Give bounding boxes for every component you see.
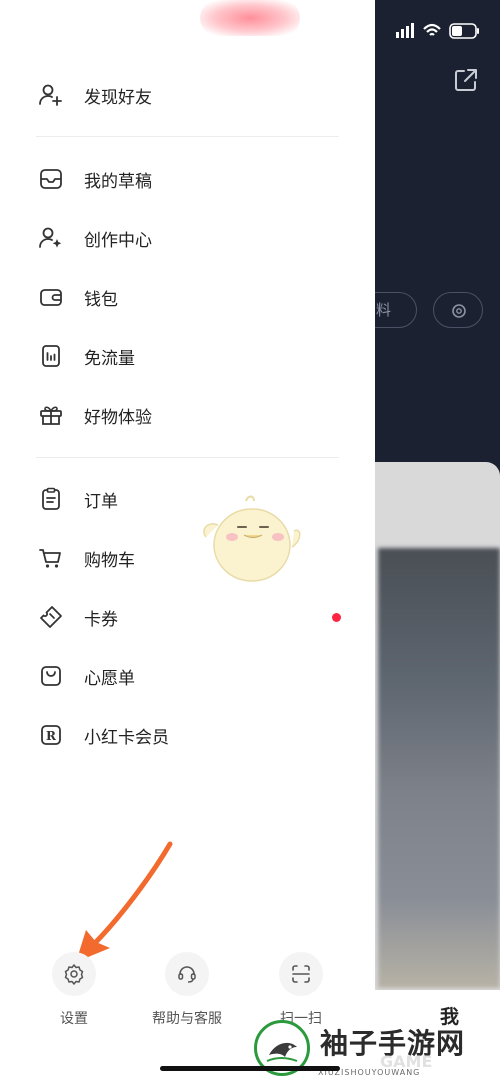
creator-center-icon: [36, 223, 66, 253]
menu-item-find-friends[interactable]: 发现好友: [36, 75, 346, 115]
avatar-blurred: [200, 0, 300, 36]
mascot-sticker-illustration: [203, 495, 301, 582]
menu-item-coupons[interactable]: 卡券: [36, 597, 346, 637]
status-bar-icons: [396, 23, 479, 39]
drafts-inbox-icon: [36, 164, 66, 194]
menu-item-wishlist[interactable]: 心愿单: [36, 656, 346, 696]
membership-r-icon: R: [36, 720, 66, 750]
side-drawer: 发现好友 我的草稿 创作中心 钱包 免流量 好物体验 订单 购物车 卡券 心愿单…: [0, 0, 375, 1082]
add-friend-icon: [36, 80, 66, 110]
menu-item-label: 小红卡会员: [84, 727, 169, 748]
menu-item-creator-center[interactable]: 创作中心: [36, 218, 346, 258]
divider: [36, 136, 339, 137]
data-free-icon: [36, 341, 66, 371]
svg-text:R: R: [46, 729, 57, 743]
share-icon[interactable]: [452, 66, 480, 94]
menu-item-label: 订单: [84, 491, 118, 512]
home-indicator: [160, 1066, 340, 1071]
scan-button[interactable]: 扫一扫: [261, 952, 341, 1028]
settings-button[interactable]: 设置: [34, 952, 114, 1028]
gift-icon: [36, 400, 66, 430]
menu-item-label: 心愿单: [84, 668, 135, 689]
menu-item-wallet[interactable]: 钱包: [36, 277, 346, 317]
scan-icon: [292, 965, 310, 983]
menu-item-label: 我的草稿: [84, 171, 152, 192]
annotation-arrow: [76, 841, 173, 962]
menu-item-label: 免流量: [84, 348, 135, 369]
customer-service-headset-icon: [178, 966, 196, 983]
profile-settings-button[interactable]: [433, 292, 483, 328]
menu-item-label: 创作中心: [84, 230, 152, 251]
menu-item-label: 购物车: [84, 550, 135, 571]
coupon-icon: [36, 602, 66, 632]
menu-item-membership[interactable]: R 小红卡会员: [36, 715, 346, 755]
settings-label: 设置: [60, 1011, 88, 1027]
divider: [36, 457, 339, 458]
unread-badge-dot: [332, 613, 341, 622]
help-support-label: 帮助与客服: [152, 1011, 222, 1027]
menu-item-label: 卡券: [84, 609, 118, 630]
menu-item-label: 好物体验: [84, 407, 152, 428]
menu-item-label: 发现好友: [84, 87, 152, 108]
wallet-icon: [36, 282, 66, 312]
menu-item-drafts[interactable]: 我的草稿: [36, 159, 346, 199]
menu-item-label: 钱包: [84, 289, 118, 310]
shopping-cart-icon: [36, 543, 66, 573]
wishlist-bag-icon: [36, 661, 66, 691]
gear-icon: [452, 304, 466, 318]
blurred-note-image: [378, 548, 500, 988]
menu-item-data-free[interactable]: 免流量: [36, 336, 346, 376]
help-support-button[interactable]: 帮助与客服: [147, 952, 227, 1028]
menu-item-goods-experience[interactable]: 好物体验: [36, 395, 346, 435]
settings-gear-icon: [64, 964, 84, 985]
orders-clipboard-icon: [36, 484, 66, 514]
